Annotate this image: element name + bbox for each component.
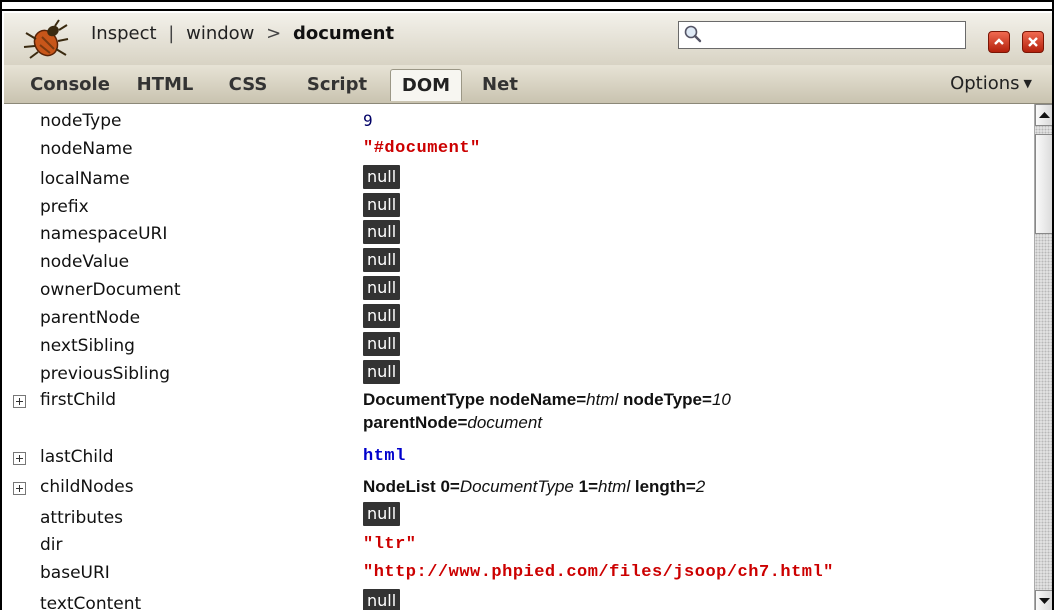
value-val: document bbox=[467, 413, 543, 432]
null-badge: null bbox=[363, 589, 401, 610]
breadcrumb-arrow: > bbox=[266, 23, 282, 44]
breadcrumb-inspect[interactable]: Inspect bbox=[91, 23, 157, 44]
property-name: nodeType bbox=[40, 111, 122, 131]
tab-console[interactable]: Console bbox=[24, 69, 116, 101]
expand-icon[interactable] bbox=[13, 395, 26, 408]
value-val: html bbox=[586, 390, 619, 409]
breadcrumb-separator: | bbox=[168, 23, 175, 44]
property-value: NodeList 0=DocumentType 1=html length=2 bbox=[363, 475, 705, 498]
window-top-edge bbox=[2, 2, 1052, 11]
toolbar: Inspect | window > document bbox=[4, 13, 1052, 66]
chevron-down-icon: ▼ bbox=[1023, 77, 1032, 90]
expand-icon[interactable] bbox=[13, 452, 26, 465]
search-input[interactable] bbox=[678, 21, 966, 49]
value-val: 10 bbox=[711, 390, 731, 409]
null-badge: null bbox=[363, 193, 401, 217]
value-val: DocumentType bbox=[459, 477, 574, 496]
options-label: Options bbox=[950, 73, 1020, 94]
property-name: localName bbox=[40, 169, 130, 189]
tab-html[interactable]: HTML bbox=[132, 69, 198, 101]
null-badge: null bbox=[363, 360, 401, 384]
value-key: 0= bbox=[440, 477, 460, 496]
tab-bar: Console HTML CSS Script DOM Net Options ▼ bbox=[4, 65, 1052, 104]
null-badge: null bbox=[363, 304, 401, 328]
property-value: "ltr" bbox=[363, 535, 417, 554]
firebug-icon[interactable] bbox=[22, 19, 70, 59]
tab-dom[interactable]: DOM bbox=[390, 69, 462, 101]
property-value: 9 bbox=[363, 111, 373, 130]
null-badge: null bbox=[363, 165, 401, 189]
property-value: DocumentType nodeName=html nodeType=10 p… bbox=[363, 388, 731, 434]
dom-property-list: nodeType 9 nodeName "#document" localNam… bbox=[4, 104, 1034, 610]
property-value[interactable]: html bbox=[363, 447, 406, 466]
value-val: html bbox=[598, 477, 631, 496]
null-badge: null bbox=[363, 276, 401, 300]
property-name: namespaceURI bbox=[40, 224, 168, 244]
property-name: prefix bbox=[40, 197, 89, 217]
expand-icon[interactable] bbox=[13, 482, 26, 495]
vertical-scrollbar[interactable] bbox=[1034, 104, 1052, 610]
property-name: dir bbox=[40, 535, 63, 555]
value-key: nodeName= bbox=[489, 390, 587, 409]
close-button[interactable] bbox=[1022, 31, 1044, 53]
property-value: "http://www.phpied.com/files/jsoop/ch7.h… bbox=[363, 563, 834, 582]
value-key: parentNode= bbox=[363, 413, 468, 432]
tab-script[interactable]: Script bbox=[300, 69, 374, 101]
minimize-button[interactable] bbox=[988, 31, 1010, 53]
breadcrumb-document[interactable]: document bbox=[293, 23, 394, 44]
scrollbar-thumb[interactable] bbox=[1035, 134, 1052, 234]
null-badge: null bbox=[363, 332, 401, 356]
chevron-down-icon bbox=[1039, 598, 1050, 604]
property-name: previousSibling bbox=[40, 364, 170, 384]
value-type: DocumentType bbox=[363, 390, 485, 409]
null-badge: null bbox=[363, 248, 401, 272]
minimize-icon bbox=[994, 38, 1004, 45]
value-key: length= bbox=[634, 477, 696, 496]
property-name: nextSibling bbox=[40, 336, 135, 356]
null-badge: null bbox=[363, 220, 401, 244]
property-name: baseURI bbox=[40, 563, 110, 583]
breadcrumb-window[interactable]: window bbox=[186, 23, 254, 44]
tab-css[interactable]: CSS bbox=[222, 69, 274, 101]
firebug-panel: Inspect | window > document Console HTML… bbox=[0, 0, 1054, 610]
value-type: NodeList bbox=[363, 477, 436, 496]
property-name: ownerDocument bbox=[40, 280, 181, 300]
close-icon bbox=[1028, 37, 1038, 47]
property-name: childNodes bbox=[40, 477, 134, 497]
magnifier-icon bbox=[684, 25, 702, 43]
property-name: lastChild bbox=[40, 447, 114, 467]
property-value: "#document" bbox=[363, 139, 481, 158]
property-name: parentNode bbox=[40, 308, 141, 328]
scroll-down-button[interactable] bbox=[1035, 590, 1052, 610]
property-name: firstChild bbox=[40, 390, 117, 410]
property-name: textContent bbox=[40, 594, 142, 610]
breadcrumb: Inspect | window > document bbox=[91, 23, 394, 44]
null-badge: null bbox=[363, 502, 401, 526]
value-val: 2 bbox=[695, 477, 706, 496]
value-key: 1= bbox=[578, 477, 598, 496]
property-name: nodeName bbox=[40, 139, 133, 159]
scroll-up-button[interactable] bbox=[1035, 104, 1052, 126]
chevron-up-icon bbox=[1039, 112, 1050, 118]
tab-net[interactable]: Net bbox=[476, 69, 524, 101]
options-menu[interactable]: Options ▼ bbox=[950, 73, 1032, 94]
value-key: nodeType= bbox=[622, 390, 712, 409]
property-name: nodeValue bbox=[40, 252, 130, 272]
property-name: attributes bbox=[40, 508, 124, 528]
